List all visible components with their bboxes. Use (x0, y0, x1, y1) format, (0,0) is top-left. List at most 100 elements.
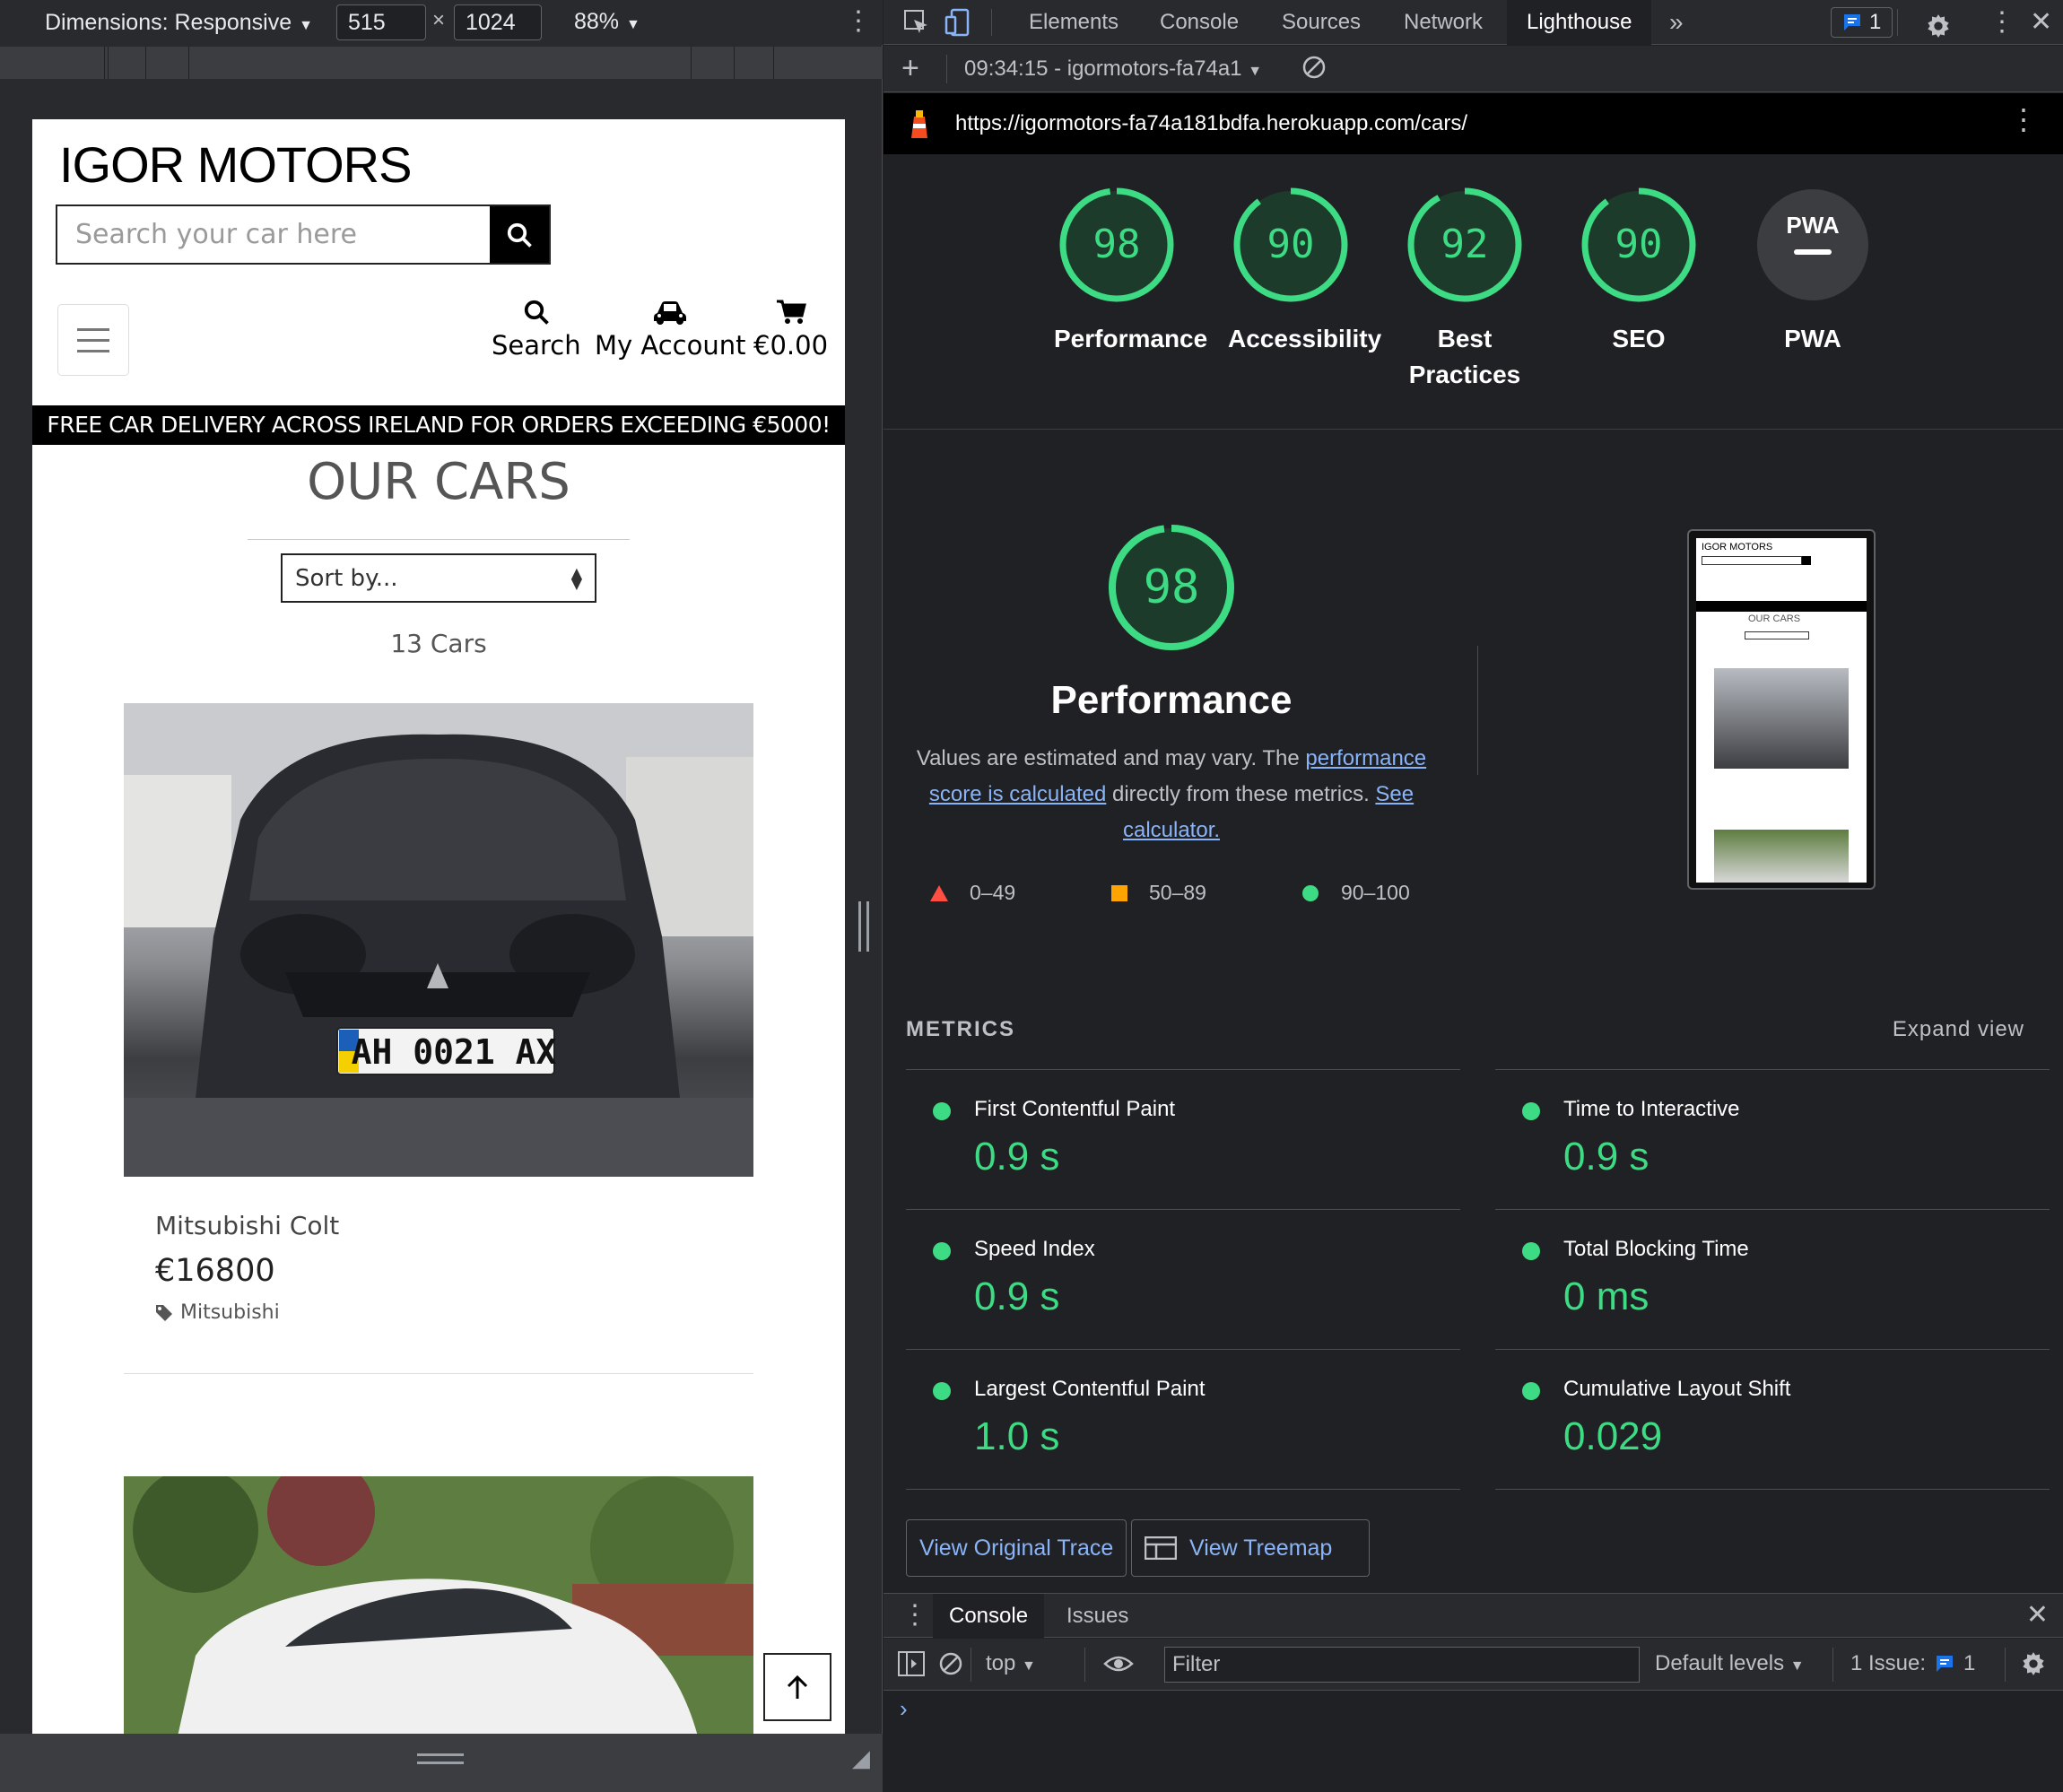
gauge-score: 90 (1267, 222, 1315, 267)
car-image-second[interactable] (124, 1476, 753, 1734)
pane-resize-handle[interactable] (858, 901, 869, 952)
site-logo[interactable]: IGOR MOTORS (59, 135, 412, 194)
inspect-element-icon[interactable] (903, 0, 930, 45)
dimensions-dropdown[interactable]: Dimensions: Responsive ▼ (45, 10, 313, 36)
metric-name: Time to Interactive (1563, 1097, 1740, 1121)
lighthouse-toolbar: + 09:34:15 - igormotors-fa74a1 ▼ (884, 46, 2063, 92)
device-toggle-icon[interactable] (944, 0, 971, 45)
close-drawer-icon[interactable]: ✕ (2026, 1599, 2049, 1631)
nav-account-label: My Account (595, 330, 746, 361)
menu-toggle-button[interactable] (57, 304, 129, 376)
view-treemap-button[interactable]: View Treemap (1131, 1519, 1370, 1577)
metric-name: Total Blocking Time (1563, 1237, 1749, 1261)
gauge-label: Best Practices (1408, 325, 1521, 388)
metrics-bottom-rule (1495, 1489, 2050, 1490)
vertical-divider (1477, 646, 1478, 775)
nav-my-account[interactable]: My Account (595, 294, 746, 361)
metric-value: 0 ms (1563, 1274, 1650, 1318)
site-search-button[interactable] (490, 206, 549, 263)
more-options-icon[interactable]: ⋮ (845, 5, 872, 37)
settings-gear-icon[interactable] (1926, 10, 1951, 38)
tab-lighthouse[interactable]: Lighthouse (1507, 0, 1652, 45)
square-icon (1111, 884, 1127, 901)
gauge-best-practices[interactable]: 92 Best Practices (1402, 187, 1528, 393)
issues-badge[interactable]: 1 (1831, 7, 1893, 38)
gauge-label: Accessibility (1228, 325, 1382, 352)
lighthouse-logo-icon (909, 108, 930, 146)
updown-chevron-icon: ▲ ▼ (570, 563, 582, 592)
clear-reports-icon[interactable] (1301, 55, 1327, 86)
height-input[interactable]: 1024 (454, 4, 542, 40)
live-expression-eye-icon[interactable] (1103, 1651, 1134, 1683)
gauge-performance[interactable]: 98 Performance (1054, 187, 1207, 357)
car-name[interactable]: Mitsubishi Colt (155, 1211, 339, 1240)
more-tabs-chevron-icon[interactable]: » (1669, 0, 1684, 45)
car-price: €16800 (155, 1253, 275, 1289)
new-report-plus-icon[interactable]: + (901, 51, 919, 86)
view-original-trace-button[interactable]: View Original Trace (906, 1519, 1127, 1577)
dimensions-label: Dimensions: Responsive (45, 9, 292, 35)
back-to-top-button[interactable] (763, 1653, 831, 1721)
metric-name: First Contentful Paint (974, 1097, 1176, 1121)
zoom-label: 88% (574, 9, 620, 34)
gauge-pwa[interactable]: PWA PWA (1750, 187, 1876, 357)
report-selector[interactable]: 09:34:15 - igormotors-fa74a1 ▼ (964, 57, 1262, 82)
customize-menu-icon[interactable]: ⋮ (1989, 0, 2015, 45)
nav-cart-total: €0.00 (753, 330, 829, 361)
thumb-brand: IGOR MOTORS (1702, 542, 1773, 552)
drawer-tab-console[interactable]: Console (933, 1594, 1045, 1639)
gauge-seo[interactable]: 90 SEO (1576, 187, 1702, 357)
nav-search[interactable]: Search (492, 294, 581, 361)
page-title: OUR CARS (307, 453, 570, 511)
zoom-dropdown[interactable]: 88% ▼ (574, 9, 640, 35)
metric-tbt: Total Blocking Time 0 ms (1495, 1209, 2050, 1349)
car-icon (654, 301, 687, 325)
log-levels-dropdown[interactable]: Default levels ▼ (1655, 1651, 1805, 1676)
gauge-score: 90 (1615, 222, 1663, 267)
nav-cart[interactable]: €0.00 (753, 294, 828, 361)
tab-console[interactable]: Console (1160, 0, 1239, 45)
height-resize-handle[interactable] (417, 1753, 464, 1764)
message-icon (1844, 14, 1860, 30)
thumb-title: OUR CARS (1748, 613, 1801, 624)
drawer-menu-icon[interactable]: ⋮ (901, 1599, 928, 1631)
metric-fcp: First Contentful Paint 0.9 s (906, 1069, 1460, 1209)
console-issues-button[interactable]: 1 Issue: 1 (1850, 1651, 1975, 1676)
gauge-label: SEO (1612, 325, 1666, 352)
car-image-mitsubishi-colt[interactable]: AH 0021 AX (124, 703, 753, 1177)
legend-fail: 0–49 (930, 881, 1015, 905)
car-photo: AH 0021 AX (124, 703, 753, 1177)
tab-elements[interactable]: Elements (1029, 0, 1119, 45)
media-query-ruler[interactable] (0, 47, 883, 79)
drawer-tab-issues[interactable]: Issues (1066, 1594, 1128, 1639)
sidebar-toggle-icon[interactable] (898, 1651, 925, 1683)
site-search-input[interactable] (57, 206, 490, 263)
tab-sources[interactable]: Sources (1282, 0, 1361, 45)
device-toolbar: Dimensions: Responsive ▼ 515 × 1024 88% ▼ … (0, 0, 883, 45)
context-selector[interactable]: top ▼ (986, 1651, 1036, 1676)
performance-description: Values are estimated and may vary. The p… (916, 746, 1427, 842)
corner-resize-icon[interactable]: ◢ (852, 1744, 870, 1772)
car-category-link[interactable]: Mitsubishi (155, 1301, 339, 1324)
car-count: 13 Cars (390, 629, 487, 658)
clear-console-icon[interactable] (938, 1651, 963, 1683)
console-prompt-chevron-icon[interactable]: › (900, 1695, 908, 1723)
console-filter-input[interactable] (1164, 1647, 1640, 1683)
console-settings-gear-icon[interactable] (2021, 1651, 2046, 1683)
gauge-accessibility[interactable]: 90 Accessibility (1228, 187, 1382, 357)
metrics-heading: METRICS (906, 1017, 1015, 1041)
circle-icon (1302, 884, 1319, 901)
close-devtools-icon[interactable]: ✕ (2030, 0, 2052, 45)
report-url[interactable]: https://igormotors-fa74a181bdfa.herokuap… (955, 111, 1467, 136)
tab-network[interactable]: Network (1404, 0, 1483, 45)
width-input[interactable]: 515 (336, 4, 426, 40)
viewport-resize-bar: ◢ (0, 1734, 883, 1792)
hamburger-icon (77, 327, 109, 331)
sort-select[interactable]: Sort by... ▲ ▼ (281, 553, 596, 603)
expand-view-toggle[interactable]: Expand view (1893, 1017, 2024, 1042)
final-screenshot-thumbnail[interactable]: IGOR MOTORS OUR CARS (1687, 529, 1876, 890)
metric-name: Cumulative Layout Shift (1563, 1377, 1791, 1401)
caret-down-icon: ▼ (299, 17, 313, 33)
nav-search-label: Search (492, 330, 581, 361)
report-menu-icon[interactable]: ⋮ (2009, 102, 2038, 136)
